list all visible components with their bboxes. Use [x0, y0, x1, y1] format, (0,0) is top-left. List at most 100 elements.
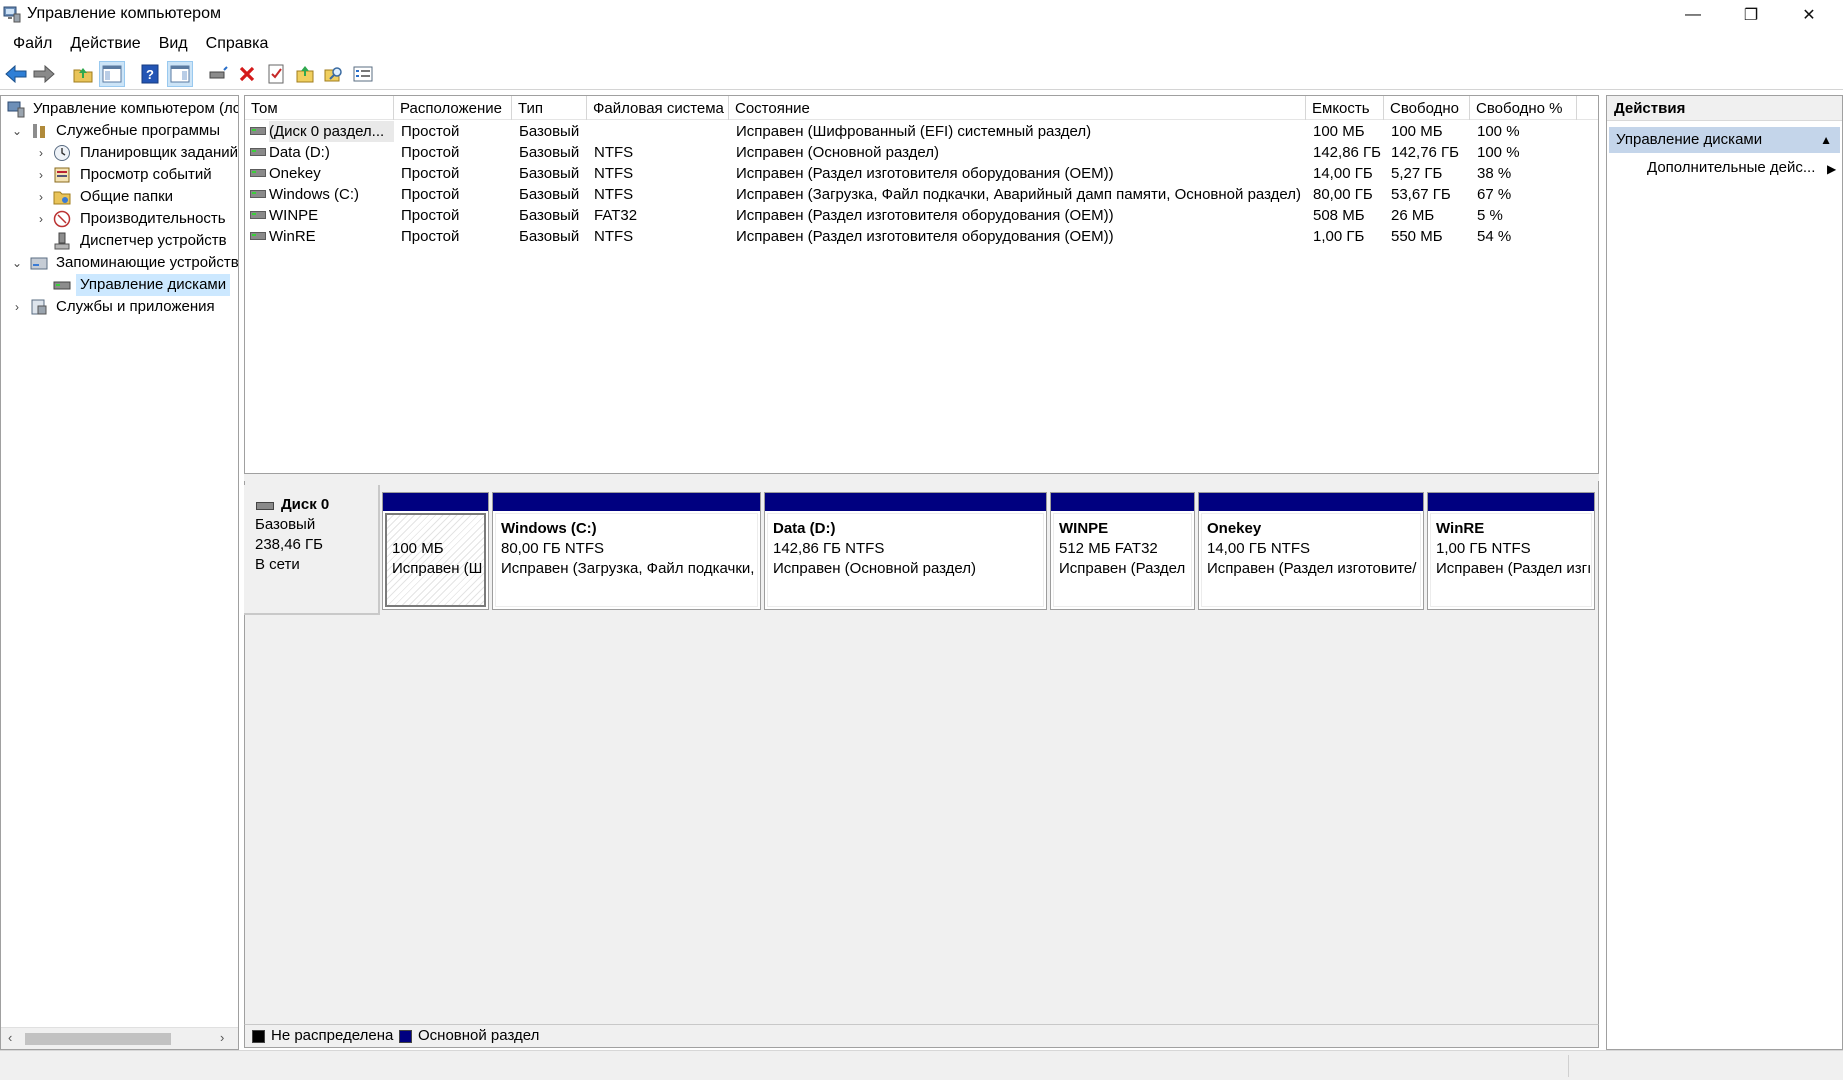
disk-info-box[interactable]: Диск 0 Базовый 238,46 ГБ В сети	[244, 485, 380, 615]
cell-free-percent: 38 %	[1477, 165, 1512, 182]
column-type[interactable]: Тип	[512, 96, 587, 120]
partition-windows-c[interactable]: Windows (C:) 80,00 ГБ NTFS Исправен (Заг…	[492, 492, 761, 610]
cell-free-percent: 54 %	[1477, 228, 1512, 245]
column-free-percent[interactable]: Свободно %	[1470, 96, 1577, 120]
tree-item-performance[interactable]: › Производительность	[1, 208, 238, 230]
tree-item-root[interactable]: Управление компьютером (лс	[1, 98, 238, 120]
volume-list-header: Том Расположение Тип Файловая система Со…	[245, 96, 1598, 120]
table-row[interactable]: WinRE Простой Базовый NTFS Исправен (Раз…	[245, 226, 1598, 247]
column-capacity[interactable]: Емкость	[1306, 96, 1384, 120]
chevron-down-icon[interactable]: ⌄	[11, 120, 23, 142]
column-filesystem[interactable]: Файловая система	[587, 96, 729, 120]
menu-view[interactable]: Вид	[150, 30, 197, 57]
close-button[interactable]: ✕	[1780, 0, 1838, 30]
restore-button[interactable]: ❐	[1722, 0, 1780, 30]
actions-group-disk-management[interactable]: Управление дисками ▲	[1609, 127, 1840, 153]
partition-title: Onekey	[1207, 520, 1262, 537]
tree-item-event-viewer[interactable]: › Просмотр событий	[1, 164, 238, 186]
up-folder-button[interactable]	[70, 61, 96, 87]
column-status[interactable]: Состояние	[729, 96, 1306, 120]
chevron-down-icon[interactable]: ⌄	[11, 252, 23, 274]
table-row[interactable]: WINPE Простой Базовый FAT32 Исправен (Ра…	[245, 205, 1598, 226]
delete-button[interactable]	[234, 61, 260, 87]
options-button[interactable]	[350, 61, 376, 87]
cell-layout: Простой	[401, 165, 460, 182]
back-arrow-icon	[5, 65, 27, 83]
partition-onekey[interactable]: Onekey 14,00 ГБ NTFS Исправен (Раздел из…	[1198, 492, 1424, 610]
chevron-right-icon[interactable]: ›	[11, 296, 23, 318]
cell-capacity: 100 МБ	[1313, 123, 1365, 140]
tree-item-device-manager[interactable]: Диспетчер устройств	[1, 230, 238, 252]
more-actions-link[interactable]: Дополнительные дейс...	[1647, 159, 1815, 176]
tree-item-shared-folders[interactable]: › Общие папки	[1, 186, 238, 208]
disk-size: 238,46 ГБ	[255, 536, 324, 553]
show-hide-action-pane-button[interactable]	[167, 61, 193, 87]
help-button[interactable]: ?	[137, 61, 163, 87]
cell-free: 53,67 ГБ	[1391, 186, 1451, 203]
pane-splitter[interactable]	[244, 474, 1599, 481]
disk-icon	[256, 502, 274, 510]
tree-item-services-apps[interactable]: › Службы и приложения	[1, 296, 238, 318]
tree-item-disk-management[interactable]: Управление дисками	[1, 274, 238, 296]
computer-management-icon	[7, 101, 25, 118]
chevron-right-icon[interactable]: ›	[35, 208, 47, 230]
tree-item-utilities[interactable]: ⌄ Служебные программы	[1, 120, 238, 142]
legend-swatch-primary	[399, 1030, 412, 1043]
device-manager-icon	[54, 232, 70, 250]
connect-drive-button[interactable]	[205, 61, 231, 87]
minimize-button[interactable]: —	[1664, 0, 1722, 30]
menu-help[interactable]: Справка	[197, 30, 278, 57]
submenu-arrow-icon[interactable]: ▶	[1827, 159, 1836, 179]
partition-size: 100 МБ	[392, 540, 444, 557]
storage-icon	[30, 257, 48, 270]
legend-unallocated: Не распределена	[271, 1027, 394, 1044]
forward-button[interactable]	[31, 61, 57, 87]
partition-winpe[interactable]: WINPE 512 МБ FAT32 Исправен (Раздел	[1050, 492, 1195, 610]
search-button[interactable]	[321, 61, 347, 87]
show-hide-console-tree-button[interactable]	[99, 61, 125, 87]
collapse-up-icon[interactable]: ▲	[1820, 127, 1832, 153]
tree-item-storage[interactable]: ⌄ Запоминающие устройств	[1, 252, 238, 274]
chevron-right-icon[interactable]: ›	[35, 186, 47, 208]
cell-capacity: 142,86 ГБ	[1313, 144, 1382, 161]
chevron-right-icon[interactable]: ›	[35, 142, 47, 164]
actions-header: Действия	[1607, 96, 1842, 121]
chevron-right-icon[interactable]: ›	[35, 164, 47, 186]
partition-bar	[765, 493, 1046, 511]
tree-label: Служебные программы	[56, 122, 220, 139]
menu-file[interactable]: Файл	[4, 30, 61, 57]
partition-efi[interactable]: 100 МБ Исправен (Ш	[382, 492, 489, 610]
table-row[interactable]: Windows (C:) Простой Базовый NTFS Исправ…	[245, 184, 1598, 205]
column-volume[interactable]: Том	[245, 96, 394, 120]
partition-size: 142,86 ГБ NTFS	[773, 540, 885, 557]
properties-button[interactable]	[263, 61, 289, 87]
partition-bar	[1428, 493, 1594, 511]
scroll-left-icon[interactable]: ‹	[8, 1030, 12, 1045]
back-button[interactable]	[3, 61, 29, 87]
scroll-right-icon[interactable]: ›	[220, 1030, 224, 1045]
shared-folder-icon	[53, 191, 71, 205]
column-layout[interactable]: Расположение	[394, 96, 512, 120]
event-viewer-icon	[54, 167, 70, 183]
tree-item-task-scheduler[interactable]: › Планировщик заданий	[1, 142, 238, 164]
cell-status: Исправен (Раздел изготовителя оборудован…	[736, 165, 1114, 182]
tree-horizontal-scrollbar[interactable]: ‹ ›	[1, 1027, 238, 1049]
table-row[interactable]: Onekey Простой Базовый NTFS Исправен (Ра…	[245, 163, 1598, 184]
partition-winre[interactable]: WinRE 1,00 ГБ NTFS Исправен (Раздел изгı	[1427, 492, 1595, 610]
cell-free-percent: 67 %	[1477, 186, 1512, 203]
column-free[interactable]: Свободно	[1384, 96, 1470, 120]
table-row[interactable]: Data (D:) Простой Базовый NTFS Исправен …	[245, 142, 1598, 163]
cell-free-percent: 100 %	[1477, 123, 1520, 140]
cell-layout: Простой	[401, 207, 460, 224]
partition-data-d[interactable]: Data (D:) 142,86 ГБ NTFS Исправен (Основ…	[764, 492, 1047, 610]
cell-type: Базовый	[519, 165, 580, 182]
partition-bar	[493, 493, 760, 511]
export-list-button[interactable]	[292, 61, 318, 87]
volume-list: Том Расположение Тип Файловая система Со…	[244, 95, 1599, 474]
cell-volume: Data (D:)	[269, 144, 330, 161]
table-row[interactable]: (Диск 0 раздел... Простой Базовый Исправ…	[245, 121, 1598, 142]
scrollbar-thumb[interactable]	[25, 1033, 171, 1045]
menu-action[interactable]: Действие	[61, 30, 149, 57]
tools-icon	[33, 124, 45, 138]
legend-primary: Основной раздел	[418, 1027, 540, 1044]
